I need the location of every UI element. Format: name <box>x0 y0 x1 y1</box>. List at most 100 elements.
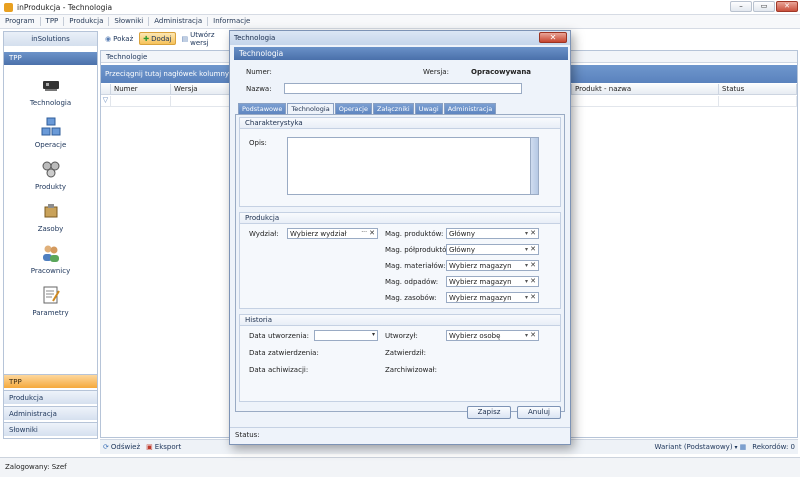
column-header-status[interactable]: Status <box>719 84 797 95</box>
export-button[interactable]: ▣ Eksport <box>143 441 184 454</box>
menu-administracja[interactable]: Administracja <box>149 17 209 26</box>
section-historia: Historia Data utworzenia: ▾ Utworzył: Wy… <box>239 314 561 402</box>
mag-produktow-select[interactable]: Główny ▾ ✕ <box>446 228 539 239</box>
nav-item-label: Operacje <box>34 141 67 149</box>
zatwierdzil-label: Zatwierdził: <box>385 349 426 357</box>
menu-informacje[interactable]: Informacje <box>208 17 255 26</box>
tab-podstawowe[interactable]: Podstawowe <box>238 103 287 114</box>
chevron-down-icon[interactable]: ▾ <box>525 245 528 255</box>
mag-zasobow-value: Wybierz magazyn <box>449 294 512 302</box>
show-button[interactable]: ◉ Pokaż <box>102 32 136 45</box>
minimize-button[interactable]: – <box>730 1 752 12</box>
menu-tpp[interactable]: TPP <box>41 17 65 26</box>
tab-uwagi[interactable]: Uwagi <box>414 103 443 114</box>
column-header-wersja[interactable]: Wersja <box>171 84 231 95</box>
menu-produkcja[interactable]: Produkcja <box>64 17 110 26</box>
chevron-down-icon[interactable]: ▾ <box>525 277 528 287</box>
section-header-tpp[interactable]: TPP <box>4 52 97 65</box>
nav-item-technologia[interactable]: Technologia <box>4 75 97 117</box>
mag-produktow-value: Główny <box>449 230 476 238</box>
nav-item-parametry[interactable]: Parametry <box>4 285 97 327</box>
workers-icon <box>43 245 59 262</box>
column-header-numer[interactable]: Numer <box>111 84 171 95</box>
mag-odpadow-select[interactable]: Wybierz magazyn ▾ ✕ <box>446 276 539 287</box>
column-header-produkt-nazwa[interactable]: Produkt - nazwa <box>571 84 719 95</box>
dialog-tabs: Podstawowe Technologia Operacje Załączni… <box>238 103 497 114</box>
maximize-button[interactable]: ▭ <box>753 1 775 12</box>
section-title: Produkcja <box>240 213 560 224</box>
tab-operacje[interactable]: Operacje <box>334 103 372 114</box>
grid-settings-icon[interactable]: ▦ <box>740 443 747 451</box>
more-icon[interactable]: ··· <box>361 228 367 238</box>
wydzial-select[interactable]: Wybierz wydział ✕ ··· <box>287 228 378 239</box>
data-utworzenia-label: Data utworzenia: <box>249 332 310 340</box>
export-icon: ▣ <box>146 443 153 451</box>
filter-icon[interactable]: ▽ <box>101 96 111 107</box>
opis-textarea[interactable] <box>287 137 539 195</box>
column-selector[interactable] <box>101 84 111 95</box>
close-button[interactable]: ✕ <box>776 1 798 12</box>
create-version-button[interactable]: ▤ Utwórz wersj <box>179 30 231 47</box>
window-title: inProdukcja - Technologia <box>17 3 113 12</box>
filter-cell-status[interactable] <box>719 96 797 107</box>
mag-zasobow-select[interactable]: Wybierz magazyn ▾ ✕ <box>446 292 539 303</box>
chevron-down-icon[interactable]: ▾ <box>372 330 375 340</box>
clear-icon[interactable]: ✕ <box>530 260 536 270</box>
clear-icon[interactable]: ✕ <box>369 228 375 238</box>
clear-icon[interactable]: ✕ <box>530 244 536 254</box>
resources-icon <box>44 204 58 218</box>
tab-technologia[interactable]: Technologia <box>287 103 334 114</box>
app-icon <box>4 3 13 12</box>
opis-scrollbar[interactable] <box>530 138 538 194</box>
create-version-label: Utwórz wersj <box>190 30 215 47</box>
nav-item-label: Technologia <box>29 99 72 107</box>
mag-polproduktow-select[interactable]: Główny ▾ ✕ <box>446 244 539 255</box>
plus-icon: ✚ <box>143 34 150 43</box>
clear-icon[interactable]: ✕ <box>530 292 536 302</box>
record-count: Rekordów: 0 <box>752 443 795 451</box>
nav-item-zasoby[interactable]: Zasoby <box>4 201 97 243</box>
data-utworzenia-picker[interactable]: ▾ <box>314 330 378 341</box>
refresh-label: Odśwież <box>110 443 141 451</box>
filter-cell-produkt[interactable] <box>571 96 719 107</box>
products-icon <box>42 161 60 178</box>
utworzyl-label: Utworzył: <box>385 332 418 340</box>
save-button[interactable]: Zapisz <box>467 406 511 419</box>
eye-icon: ◉ <box>105 34 112 43</box>
utworzyl-select[interactable]: Wybierz osobę ▾ ✕ <box>446 330 539 341</box>
tab-administracja[interactable]: Administracja <box>443 103 497 114</box>
chevron-down-icon[interactable]: ▾ <box>525 261 528 271</box>
mag-produktow-label: Mag. produktów: <box>385 230 444 238</box>
zarchiwizowal-label: Zarchiwizował: <box>385 366 438 374</box>
nav-item-pracownicy[interactable]: Pracownicy <box>4 243 97 285</box>
chevron-down-icon[interactable]: ▾ <box>525 331 528 341</box>
chevron-down-icon[interactable]: ▾ <box>525 229 528 239</box>
group-produkcja[interactable]: Produkcja <box>4 390 97 404</box>
numer-label: Numer: <box>246 68 272 76</box>
menu-slowniki[interactable]: Słowniki <box>109 17 150 26</box>
group-administracja[interactable]: Administracja <box>4 406 97 420</box>
dialog-close-button[interactable]: ✕ <box>539 32 567 43</box>
group-slowniki[interactable]: Słowniki <box>4 422 97 436</box>
nav-item-label: Pracownicy <box>30 267 71 275</box>
nav-item-operacje[interactable]: Operacje <box>4 117 97 159</box>
refresh-button[interactable]: ⟳ Odśwież <box>100 441 143 454</box>
clear-icon[interactable]: ✕ <box>530 276 536 286</box>
chevron-down-icon[interactable]: ▾ <box>525 293 528 303</box>
variant-dropdown[interactable]: Wariant (Podstawowy) ▾ ▦ <box>652 441 750 454</box>
mag-materialow-label: Mag. materiałów: <box>385 262 446 270</box>
nav-item-produkty[interactable]: Produkty <box>4 159 97 201</box>
menu-program[interactable]: Program <box>0 17 41 26</box>
clear-icon[interactable]: ✕ <box>530 330 536 340</box>
group-tpp[interactable]: TPP <box>4 374 97 388</box>
cancel-button[interactable]: Anuluj <box>517 406 561 419</box>
nazwa-input[interactable] <box>284 83 522 94</box>
section-title: Historia <box>240 315 560 326</box>
add-button[interactable]: ✚ Dodaj <box>139 32 176 45</box>
clear-icon[interactable]: ✕ <box>530 228 536 238</box>
tab-zalaczniki[interactable]: Załączniki <box>372 103 414 114</box>
filter-cell-wersja[interactable] <box>171 96 231 107</box>
panel-header: inSolutions <box>4 32 97 46</box>
mag-materialow-select[interactable]: Wybierz magazyn ▾ ✕ <box>446 260 539 271</box>
filter-cell-numer[interactable] <box>111 96 171 107</box>
